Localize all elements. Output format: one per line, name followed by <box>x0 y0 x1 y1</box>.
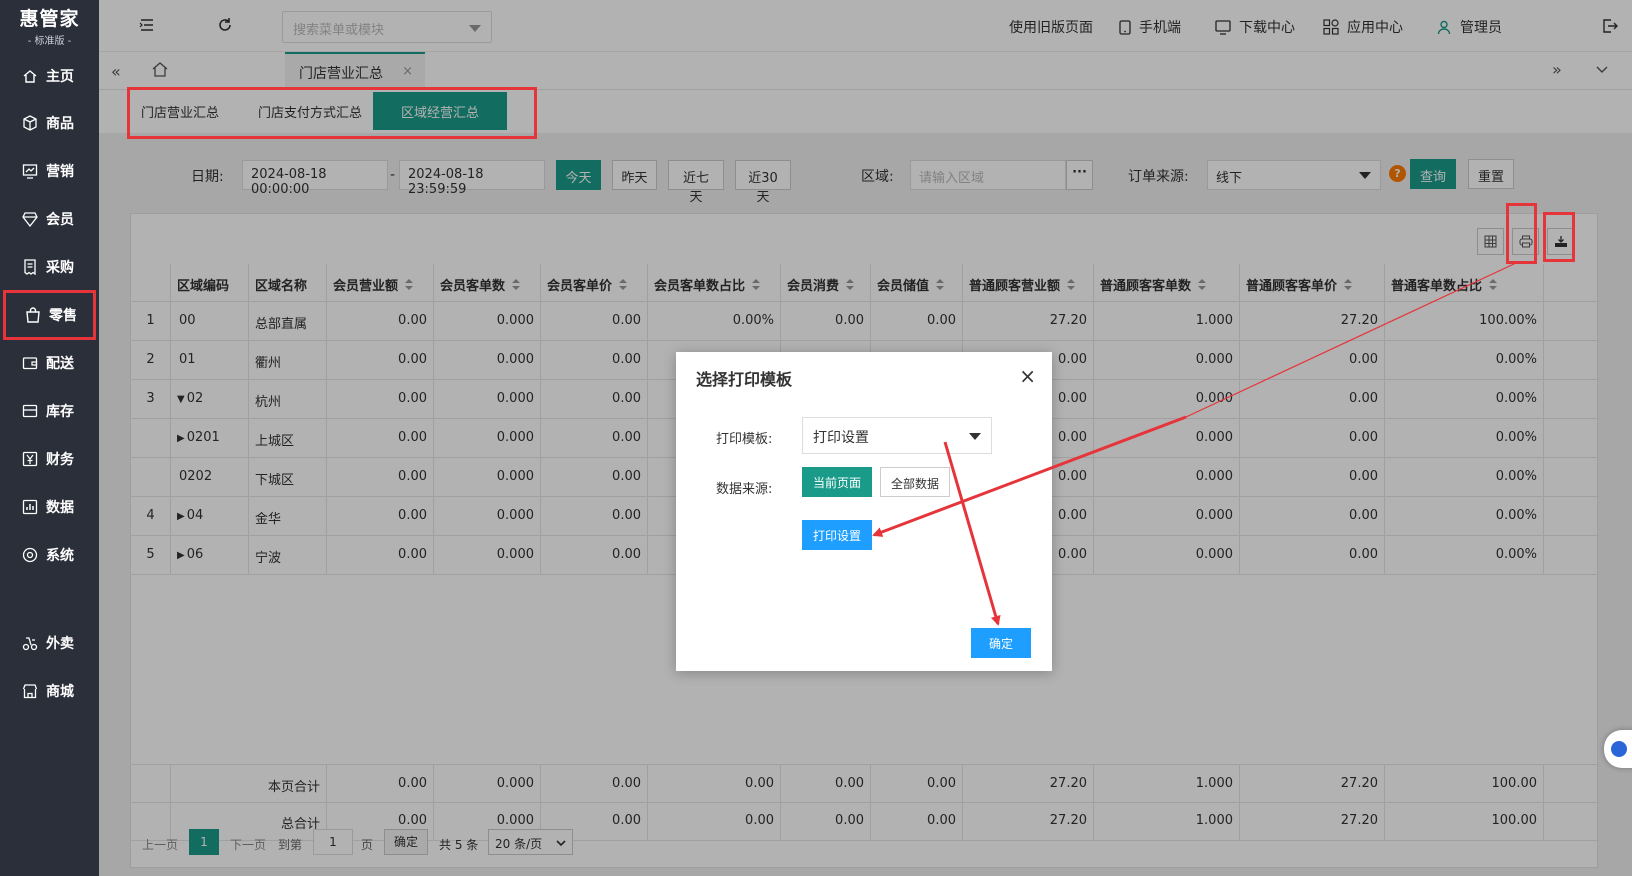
arrow-to-ok <box>943 441 1001 626</box>
arrow-line-thin <box>1185 262 1517 418</box>
arrow-to-print-settings <box>872 415 1187 537</box>
annotation-arrows <box>872 262 1517 626</box>
